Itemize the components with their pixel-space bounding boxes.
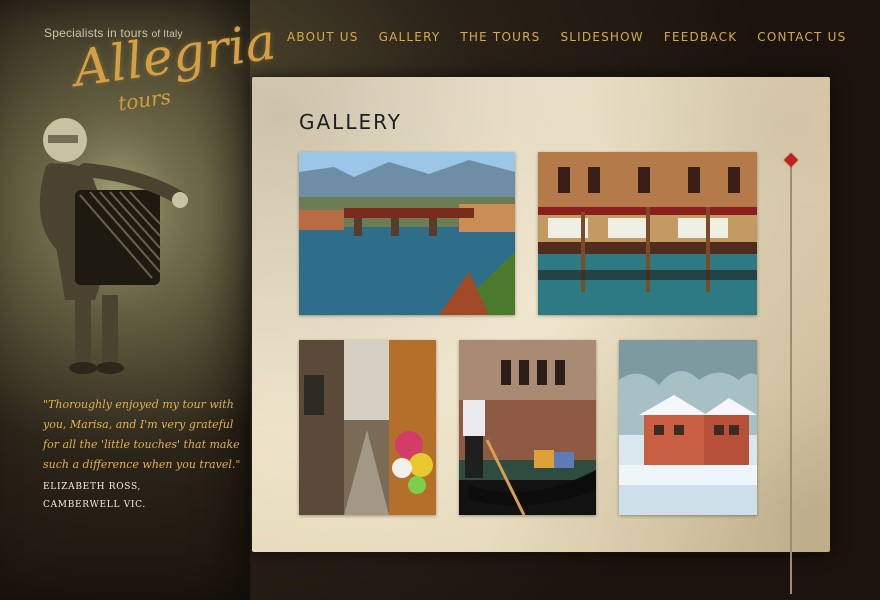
- gallery-scroll-track[interactable]: [790, 161, 792, 594]
- page-title: GALLERY: [299, 110, 402, 134]
- testimonial-quote: "Thoroughly enjoyed my tour with you, Ma…: [43, 398, 241, 471]
- top-nav: ABOUT US GALLERY THE TOURS SLIDESHOW FEE…: [287, 30, 846, 44]
- gallery-photo-alley[interactable]: [299, 340, 436, 515]
- gallery-panel: GALLERY: [252, 77, 830, 594]
- nav-gallery[interactable]: GALLERY: [379, 30, 441, 44]
- gallery-photo-gondola[interactable]: [459, 340, 596, 515]
- photo-gondola-image: [459, 340, 596, 515]
- nav-slideshow[interactable]: SLIDESHOW: [560, 30, 643, 44]
- testimonial-author: ELIZABETH ROSS, CAMBERWELL VIC.: [43, 478, 243, 514]
- left-column: Specialists in tours of Italy Allegria t…: [0, 0, 279, 600]
- photo-bridge-image: [299, 152, 515, 315]
- gallery-photo-bridge[interactable]: [299, 152, 515, 315]
- nav-contact-us[interactable]: CONTACT US: [757, 30, 846, 44]
- testimonial-author-name: ELIZABETH ROSS,: [43, 482, 142, 492]
- photo-alley-image: [299, 340, 436, 515]
- gallery-photo-canal-restaurant[interactable]: [538, 152, 757, 315]
- accordion-player-illustration: [20, 100, 220, 380]
- testimonial-author-location: CAMBERWELL VIC.: [43, 500, 146, 510]
- diamond-icon[interactable]: [783, 152, 799, 168]
- gallery-photo-chalet[interactable]: [619, 340, 757, 515]
- photo-chalet-image: [619, 340, 757, 515]
- photo-canal-restaurant-image: [538, 152, 757, 315]
- nav-feedback[interactable]: FEEDBACK: [664, 30, 737, 44]
- nav-about-us[interactable]: ABOUT US: [287, 30, 359, 44]
- nav-the-tours[interactable]: THE TOURS: [460, 30, 540, 44]
